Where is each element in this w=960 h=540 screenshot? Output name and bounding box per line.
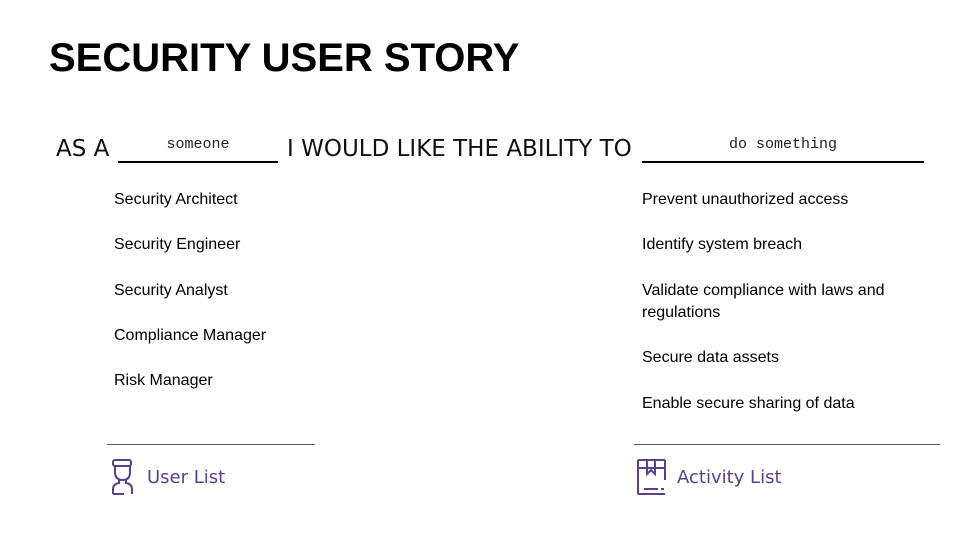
role-blank[interactable]: someone: [118, 134, 278, 163]
user-list-label: User List: [147, 467, 226, 488]
action-blank[interactable]: do something: [642, 134, 924, 163]
story-middle: I WOULD LIKE THE ABILITY TO: [287, 136, 632, 162]
list-item: Security Analyst: [114, 282, 228, 299]
user-list-divider: [107, 444, 315, 445]
user-icon: [112, 459, 133, 495]
list-item: Secure data assets: [642, 349, 779, 366]
role-placeholder: someone: [166, 136, 230, 153]
list-item: Enable secure sharing of data: [642, 395, 855, 412]
action-placeholder: do something: [728, 136, 838, 153]
list-item: Compliance Manager: [114, 327, 267, 344]
page-title: SECURITY USER STORY: [49, 36, 520, 80]
activity-list-divider: [634, 444, 940, 445]
activity-list-label: Activity List: [677, 467, 782, 488]
list-item: Security Engineer: [114, 236, 241, 253]
list-item: Validate compliance with laws and: [642, 282, 885, 299]
story-prefix: AS A: [56, 136, 110, 162]
list-item: regulations: [642, 304, 721, 321]
list-item: Risk Manager: [114, 372, 213, 389]
list-item: Identify system breach: [642, 236, 803, 253]
list-item: Prevent unauthorized access: [642, 191, 849, 208]
list-item: Security Architect: [114, 191, 238, 208]
box-icon: [637, 459, 666, 495]
